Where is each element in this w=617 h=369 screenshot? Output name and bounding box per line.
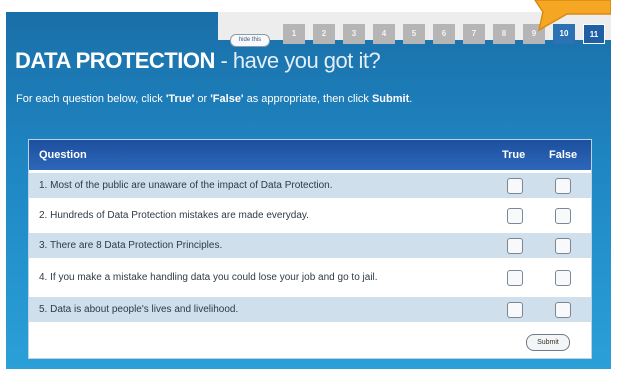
- quiz-header: Question True False: [29, 140, 591, 170]
- true-checkbox[interactable]: [507, 238, 523, 254]
- true-checkbox[interactable]: [507, 208, 523, 224]
- page-tab-5[interactable]: 5: [403, 24, 425, 44]
- true-checkbox[interactable]: [507, 302, 523, 318]
- instructions-part: or: [194, 93, 211, 105]
- submit-button[interactable]: Submit: [526, 334, 570, 351]
- false-checkbox[interactable]: [555, 178, 571, 194]
- false-checkbox[interactable]: [555, 238, 571, 254]
- question-text: 3. There are 8 Data Protection Principle…: [39, 240, 223, 251]
- pointer-arrow-icon: [534, 0, 611, 32]
- instructions-submit: Submit: [371, 93, 410, 105]
- question-row-4: 4. If you make a mistake handling data y…: [29, 265, 591, 290]
- title-main: DATA PROTECTION: [15, 48, 215, 73]
- page-tab-2[interactable]: 2: [313, 24, 335, 44]
- page-tab-7[interactable]: 7: [463, 24, 485, 44]
- page-tab-6[interactable]: 6: [433, 24, 455, 44]
- instructions-true: 'True': [165, 93, 195, 105]
- question-row-3: 3. There are 8 Data Protection Principle…: [29, 233, 591, 258]
- quiz-table: Question True False 1. Most of the publi…: [28, 139, 592, 359]
- false-checkbox[interactable]: [555, 302, 571, 318]
- question-row-2: 2. Hundreds of Data Protection mistakes …: [29, 203, 591, 228]
- page-tab-3[interactable]: 3: [343, 24, 365, 44]
- false-checkbox[interactable]: [555, 270, 571, 286]
- false-checkbox[interactable]: [555, 208, 571, 224]
- question-text: 2. Hundreds of Data Protection mistakes …: [39, 210, 309, 221]
- question-row-1: 1. Most of the public are unaware of the…: [29, 173, 591, 198]
- column-header-false: False: [549, 149, 578, 161]
- question-text: 4. If you make a mistake handling data y…: [39, 272, 378, 283]
- page-tab-1[interactable]: 1: [283, 24, 305, 44]
- hide-this-link[interactable]: hide this: [230, 34, 270, 47]
- true-checkbox[interactable]: [507, 178, 523, 194]
- title-subtitle: - have you got it?: [214, 48, 381, 73]
- question-text: 1. Most of the public are unaware of the…: [39, 180, 333, 191]
- column-header-question: Question: [39, 149, 87, 161]
- instructions-part: For each question below, click: [16, 93, 166, 105]
- instructions-part: .: [409, 93, 413, 105]
- question-text: 5. Data is about people's lives and live…: [39, 304, 239, 315]
- column-header-true: True: [502, 149, 526, 161]
- page-title: DATA PROTECTION - have you got it?: [15, 48, 381, 74]
- course-frame: hide this 1 2 3 4 5 6 7 8 9 10 11 DATA P…: [0, 0, 617, 369]
- true-checkbox[interactable]: [507, 270, 523, 286]
- page-tab-4[interactable]: 4: [373, 24, 395, 44]
- instructions-part: as appropriate, then click: [243, 93, 372, 105]
- question-row-5: 5. Data is about people's lives and live…: [29, 297, 591, 322]
- instructions-text: For each question below, click 'True' or…: [16, 93, 412, 105]
- instructions-false: 'False': [210, 93, 244, 105]
